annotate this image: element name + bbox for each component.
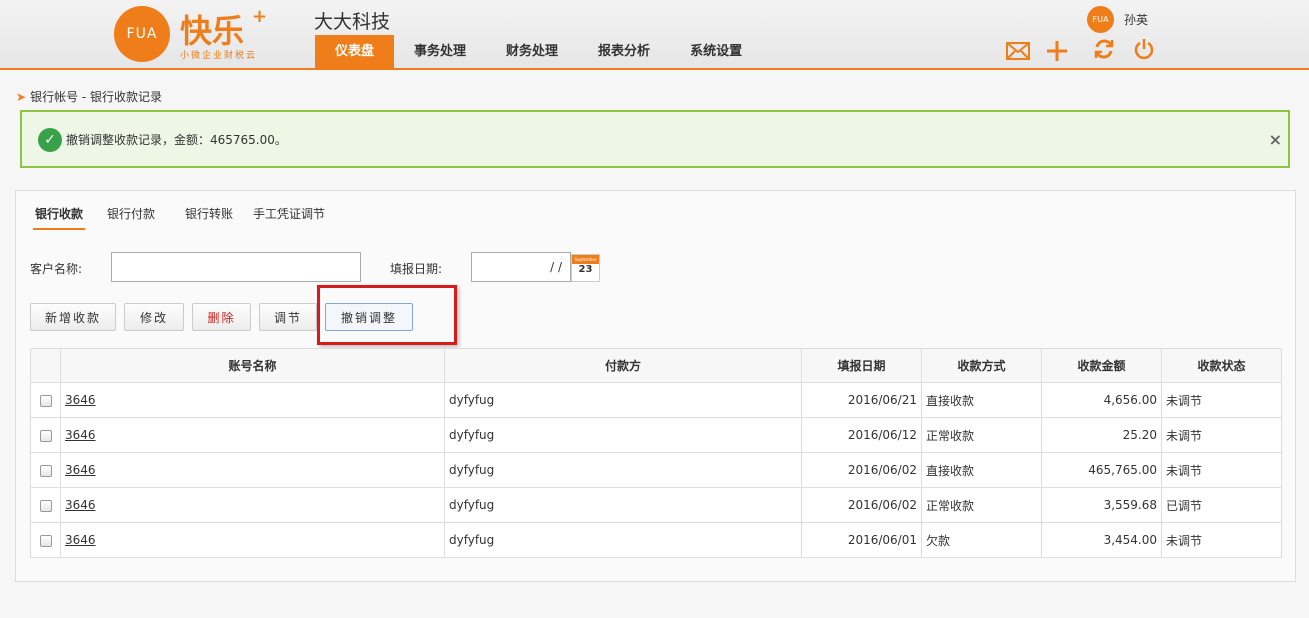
status-cell: 未调节 bbox=[1161, 417, 1282, 453]
table-row[interactable]: 3646 dyfyfug 2016/06/02 正常收款 3,559.68 已调… bbox=[30, 487, 1282, 523]
main-nav: 仪表盘 事务处理 财务处理 报表分析 系统设置 bbox=[315, 35, 762, 68]
tab-bar: 银行收款 银行付款 银行转账 手工凭证调节 bbox=[33, 201, 347, 230]
plus-icon[interactable] bbox=[1044, 38, 1070, 64]
highlight-box bbox=[317, 285, 457, 345]
method-cell: 欠款 bbox=[921, 522, 1042, 558]
table-row[interactable]: 3646 dyfyfug 2016/06/02 直接收款 465,765.00 … bbox=[30, 452, 1282, 488]
table-row[interactable]: 3646 dyfyfug 2016/06/01 欠款 3,454.00 未调节 bbox=[30, 522, 1282, 558]
account-link[interactable]: 3646 bbox=[65, 533, 96, 547]
payer-cell: dyfyfug bbox=[444, 487, 802, 523]
column-header: 账号名称 bbox=[60, 348, 445, 383]
delete-button[interactable]: 删除 bbox=[192, 303, 251, 331]
calendar-icon[interactable]: September 23 bbox=[571, 254, 600, 282]
alert-message: 撤销调整收款记录，金额：465765.00。 bbox=[66, 133, 287, 147]
tab-bank-transfer[interactable]: 银行转账 bbox=[185, 201, 233, 230]
status-cell: 未调节 bbox=[1161, 382, 1282, 418]
amount-cell: 3,559.68 bbox=[1041, 487, 1162, 523]
account-link[interactable]: 3646 bbox=[65, 393, 96, 407]
logo-name: 快乐 bbox=[180, 12, 245, 50]
receipts-table: 账号名称 付款方 填报日期 收款方式 收款金额 收款状态 3646 dyfyfu… bbox=[30, 348, 1282, 558]
mail-icon[interactable] bbox=[1005, 38, 1031, 64]
nav-dashboard[interactable]: 仪表盘 bbox=[315, 35, 395, 68]
row-checkbox[interactable] bbox=[39, 429, 52, 442]
account-link[interactable]: 3646 bbox=[65, 463, 96, 477]
date-cell: 2016/06/02 bbox=[801, 487, 922, 523]
power-icon[interactable] bbox=[1131, 36, 1157, 62]
column-header: 收款金额 bbox=[1041, 348, 1162, 383]
logo-mark: FUA bbox=[114, 6, 170, 62]
column-header: 填报日期 bbox=[801, 348, 922, 383]
refresh-icon[interactable] bbox=[1091, 36, 1117, 62]
date-cell: 2016/06/01 bbox=[801, 522, 922, 558]
method-cell: 正常收款 bbox=[921, 487, 1042, 523]
status-cell: 未调节 bbox=[1161, 522, 1282, 558]
row-checkbox[interactable] bbox=[39, 464, 52, 477]
row-checkbox[interactable] bbox=[39, 499, 52, 512]
method-cell: 正常收款 bbox=[921, 417, 1042, 453]
customer-label: 客户名称: bbox=[30, 262, 83, 276]
date-label: 填报日期: bbox=[390, 262, 443, 276]
breadcrumb: ➤ 银行帐号 - 银行收款记录 bbox=[16, 88, 162, 105]
payer-cell: dyfyfug bbox=[444, 382, 802, 418]
calendar-month: September bbox=[572, 255, 599, 264]
amount-cell: 4,656.00 bbox=[1041, 382, 1162, 418]
customer-input[interactable] bbox=[111, 252, 361, 282]
date-cell: 2016/06/02 bbox=[801, 452, 922, 488]
tab-bank-payments[interactable]: 银行付款 bbox=[107, 201, 155, 230]
close-icon[interactable]: × bbox=[1269, 130, 1282, 149]
nav-reports[interactable]: 报表分析 bbox=[578, 35, 670, 68]
date-cell: 2016/06/12 bbox=[801, 417, 922, 453]
column-header: 收款方式 bbox=[921, 348, 1042, 383]
add-receipt-button[interactable]: 新增收款 bbox=[30, 303, 116, 331]
table-row[interactable]: 3646 dyfyfug 2016/06/12 正常收款 25.20 未调节 bbox=[30, 417, 1282, 453]
edit-button[interactable]: 修改 bbox=[124, 303, 184, 331]
method-cell: 直接收款 bbox=[921, 452, 1042, 488]
select-column-header bbox=[30, 348, 61, 383]
check-circle-icon: ✓ bbox=[38, 128, 62, 152]
date-cell: 2016/06/21 bbox=[801, 382, 922, 418]
row-checkbox[interactable] bbox=[39, 534, 52, 547]
table-header: 账号名称 付款方 填报日期 收款方式 收款金额 收款状态 bbox=[30, 348, 1282, 383]
column-header: 收款状态 bbox=[1161, 348, 1282, 383]
avatar[interactable]: FUA bbox=[1087, 6, 1114, 33]
success-alert: ✓ 撤销调整收款记录，金额：465765.00。 × bbox=[20, 110, 1290, 168]
tab-manual-voucher[interactable]: 手工凭证调节 bbox=[253, 201, 325, 230]
nav-finance[interactable]: 财务处理 bbox=[486, 35, 578, 68]
breadcrumb-text: 银行帐号 - 银行收款记录 bbox=[30, 90, 163, 104]
table-row[interactable]: 3646 dyfyfug 2016/06/21 直接收款 4,656.00 未调… bbox=[30, 382, 1282, 418]
logo-slogan: 小微企业财税云 bbox=[180, 51, 258, 61]
status-cell: 已调节 bbox=[1161, 487, 1282, 523]
tab-bank-receipts[interactable]: 银行收款 bbox=[33, 201, 86, 230]
amount-cell: 3,454.00 bbox=[1041, 522, 1162, 558]
payer-cell: dyfyfug bbox=[444, 452, 802, 488]
method-cell: 直接收款 bbox=[921, 382, 1042, 418]
adjust-button[interactable]: 调节 bbox=[259, 303, 317, 331]
row-checkbox[interactable] bbox=[39, 394, 52, 407]
nav-settings[interactable]: 系统设置 bbox=[670, 35, 762, 68]
payer-cell: dyfyfug bbox=[444, 522, 802, 558]
status-cell: 未调节 bbox=[1161, 452, 1282, 488]
amount-cell: 25.20 bbox=[1041, 417, 1162, 453]
payer-cell: dyfyfug bbox=[444, 417, 802, 453]
arrow-right-icon: ➤ bbox=[16, 89, 27, 104]
user-name[interactable]: 孙英 bbox=[1124, 11, 1148, 28]
app-header: FUA 快乐 + 小微企业财税云 大大科技 仪表盘 事务处理 财务处理 报表分析… bbox=[0, 0, 1309, 70]
amount-cell: 465,765.00 bbox=[1041, 452, 1162, 488]
account-link[interactable]: 3646 bbox=[65, 498, 96, 512]
logo-plus: + bbox=[252, 6, 268, 27]
company-name: 大大科技 bbox=[314, 11, 391, 33]
date-placeholder: / / bbox=[550, 260, 562, 274]
account-link[interactable]: 3646 bbox=[65, 428, 96, 442]
calendar-day: 23 bbox=[578, 264, 593, 275]
date-input[interactable]: / / bbox=[471, 252, 571, 282]
main-panel: 银行收款 银行付款 银行转账 手工凭证调节 客户名称: 填报日期: / / Se… bbox=[15, 190, 1296, 582]
column-header: 付款方 bbox=[444, 348, 802, 383]
nav-transactions[interactable]: 事务处理 bbox=[394, 35, 486, 68]
